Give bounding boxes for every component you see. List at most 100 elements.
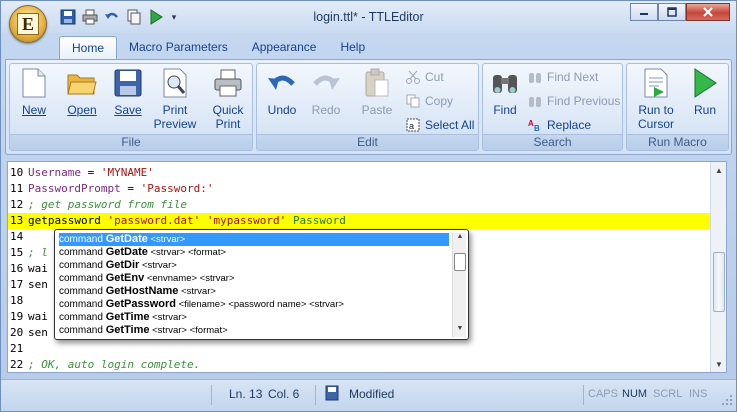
item-name: GetPassword	[105, 298, 176, 310]
line-number: 12	[10, 198, 24, 211]
open-button[interactable]: Open	[62, 67, 102, 117]
undo-icon[interactable]	[103, 8, 121, 26]
save-icon[interactable]	[59, 8, 77, 26]
code-token: wai	[28, 262, 48, 275]
autocomplete-item[interactable]: command GetDate <strvar>	[59, 233, 449, 246]
floppy-disk-icon	[112, 67, 144, 99]
scroll-down-icon[interactable]: ▼	[711, 356, 727, 372]
tab-help[interactable]: Help	[328, 36, 377, 60]
item-kind: command	[59, 312, 106, 323]
code-line[interactable]: 21	[8, 341, 714, 357]
find-previous-button[interactable]: Find Previous	[527, 92, 620, 110]
autocomplete-item[interactable]: command GetDir <strvar>	[59, 259, 449, 272]
new-button[interactable]: New	[16, 67, 52, 117]
line-number: 17	[10, 278, 24, 291]
run-to-cursor-icon	[640, 67, 672, 99]
edit-group: Undo Redo Paste Cut Copy a Select All Ed…	[256, 63, 479, 151]
autocomplete-item[interactable]: command GetEnv <envname> <strvar>	[59, 272, 449, 285]
autocomplete-item[interactable]: command GetDate <strvar> <format>	[59, 246, 449, 259]
customize-toolbar-icon[interactable]: ▾	[169, 8, 179, 26]
redo-arrow-icon	[310, 67, 342, 99]
status-col: Col. 6	[268, 387, 300, 401]
line-number: 22	[10, 358, 24, 371]
redo-button[interactable]: Redo	[307, 67, 345, 117]
status-line: Ln. 13	[229, 387, 263, 401]
code-line[interactable]: 22 ; OK, auto login complete.	[8, 357, 714, 373]
run-button[interactable]: Run	[687, 67, 723, 117]
copy-label: Copy	[425, 94, 454, 108]
line-number: 10	[10, 166, 24, 179]
line-number: 15	[10, 246, 24, 259]
find-button[interactable]: Find	[487, 67, 523, 117]
close-button[interactable]	[686, 3, 730, 21]
code-line[interactable]: 10 Username = 'MYNAME'	[8, 165, 714, 181]
code-line[interactable]: 11 PasswordPrompt = 'Password:'	[8, 181, 714, 197]
line-number: 11	[10, 182, 24, 195]
code-token: sen	[28, 326, 48, 339]
paste-button[interactable]: Paste	[357, 67, 397, 117]
scroll-up-icon[interactable]: ▲	[711, 162, 727, 178]
popup-scroll-up-icon[interactable]: ▲	[453, 233, 467, 245]
svg-text:B: B	[534, 124, 540, 132]
autocomplete-scrollbar[interactable]: ▲ ▼	[452, 233, 466, 337]
print-icon[interactable]	[81, 8, 99, 26]
tab-appearance[interactable]: Appearance	[240, 36, 329, 60]
select-all-button[interactable]: a Select All	[405, 116, 474, 134]
application-button[interactable]: E	[9, 5, 47, 43]
run-to-cursor-label-1: Run to	[638, 103, 674, 117]
autocomplete-item[interactable]: command GetPassword <filename> <password…	[59, 298, 449, 311]
scissors-icon	[405, 69, 421, 85]
code-token: 'password.dat'	[107, 214, 201, 227]
maximize-button[interactable]	[658, 3, 686, 21]
popup-scroll-down-icon[interactable]: ▼	[453, 325, 467, 337]
copy-button[interactable]: Copy	[405, 92, 453, 110]
vertical-scrollbar[interactable]: ▲ ▼	[710, 162, 726, 372]
code-token: =	[80, 166, 101, 179]
find-label: Find	[493, 103, 517, 117]
tab-home[interactable]: Home	[59, 36, 118, 60]
item-args: <strvar>	[139, 260, 177, 271]
copy-doc-icon[interactable]	[125, 8, 143, 26]
paste-label: Paste	[361, 103, 393, 117]
tab-macro-parameters[interactable]: Macro Parameters	[117, 36, 240, 60]
autocomplete-item[interactable]: command GetTime <strvar>	[59, 311, 449, 324]
minimize-button[interactable]	[630, 3, 658, 21]
undo-button[interactable]: Undo	[263, 67, 301, 117]
autocomplete-item[interactable]: command GetHostName <strvar>	[59, 285, 449, 298]
run-to-cursor-button[interactable]: Run to Cursor	[631, 67, 681, 131]
replace-label: Replace	[547, 118, 592, 132]
code-token: ; OK, auto login complete.	[28, 358, 201, 371]
undo-label: Undo	[267, 103, 297, 117]
find-next-button[interactable]: Find Next	[527, 68, 598, 86]
ribbon: New Open Save Print Preview Quick Print …	[5, 59, 732, 155]
save-button[interactable]: Save	[110, 67, 146, 117]
replace-button[interactable]: AB Replace	[527, 116, 591, 134]
autocomplete-item[interactable]: command GetTime <strvar> <format>	[59, 324, 449, 337]
item-args: <strvar> <format>	[149, 325, 228, 336]
code-line[interactable]: 13 getpassword 'password.dat' 'mypassword…	[8, 213, 714, 229]
code-token: sen	[28, 278, 48, 291]
item-args: <strvar> <format>	[147, 247, 227, 258]
new-label: New	[21, 103, 46, 117]
item-args: <filename> <password name> <strvar>	[176, 299, 344, 310]
window-controls	[630, 3, 730, 21]
quick-access-toolbar: ▾	[59, 7, 179, 27]
line-number: 19	[10, 310, 24, 323]
cut-button[interactable]: Cut	[405, 68, 444, 86]
resize-grip-icon[interactable]	[721, 394, 733, 409]
print-preview-button[interactable]: Print Preview	[150, 67, 200, 131]
code-line[interactable]: 12 ; get password from file	[8, 197, 714, 213]
ribbon-tabs: Home Macro Parameters Appearance Help	[59, 36, 377, 60]
item-name: GetHostName	[105, 285, 179, 297]
popup-scroll-thumb[interactable]	[454, 253, 466, 271]
scroll-thumb[interactable]	[713, 252, 725, 312]
file-group-title: File	[10, 134, 252, 150]
find-next-icon	[527, 69, 543, 85]
code-token: =	[120, 182, 141, 195]
run-macro-group-title: Run Macro	[627, 134, 728, 150]
quick-print-label-1: Quick	[212, 103, 244, 117]
status-ins: INS	[689, 388, 708, 400]
quick-print-button[interactable]: Quick Print	[206, 67, 250, 131]
run-icon[interactable]	[147, 8, 165, 26]
